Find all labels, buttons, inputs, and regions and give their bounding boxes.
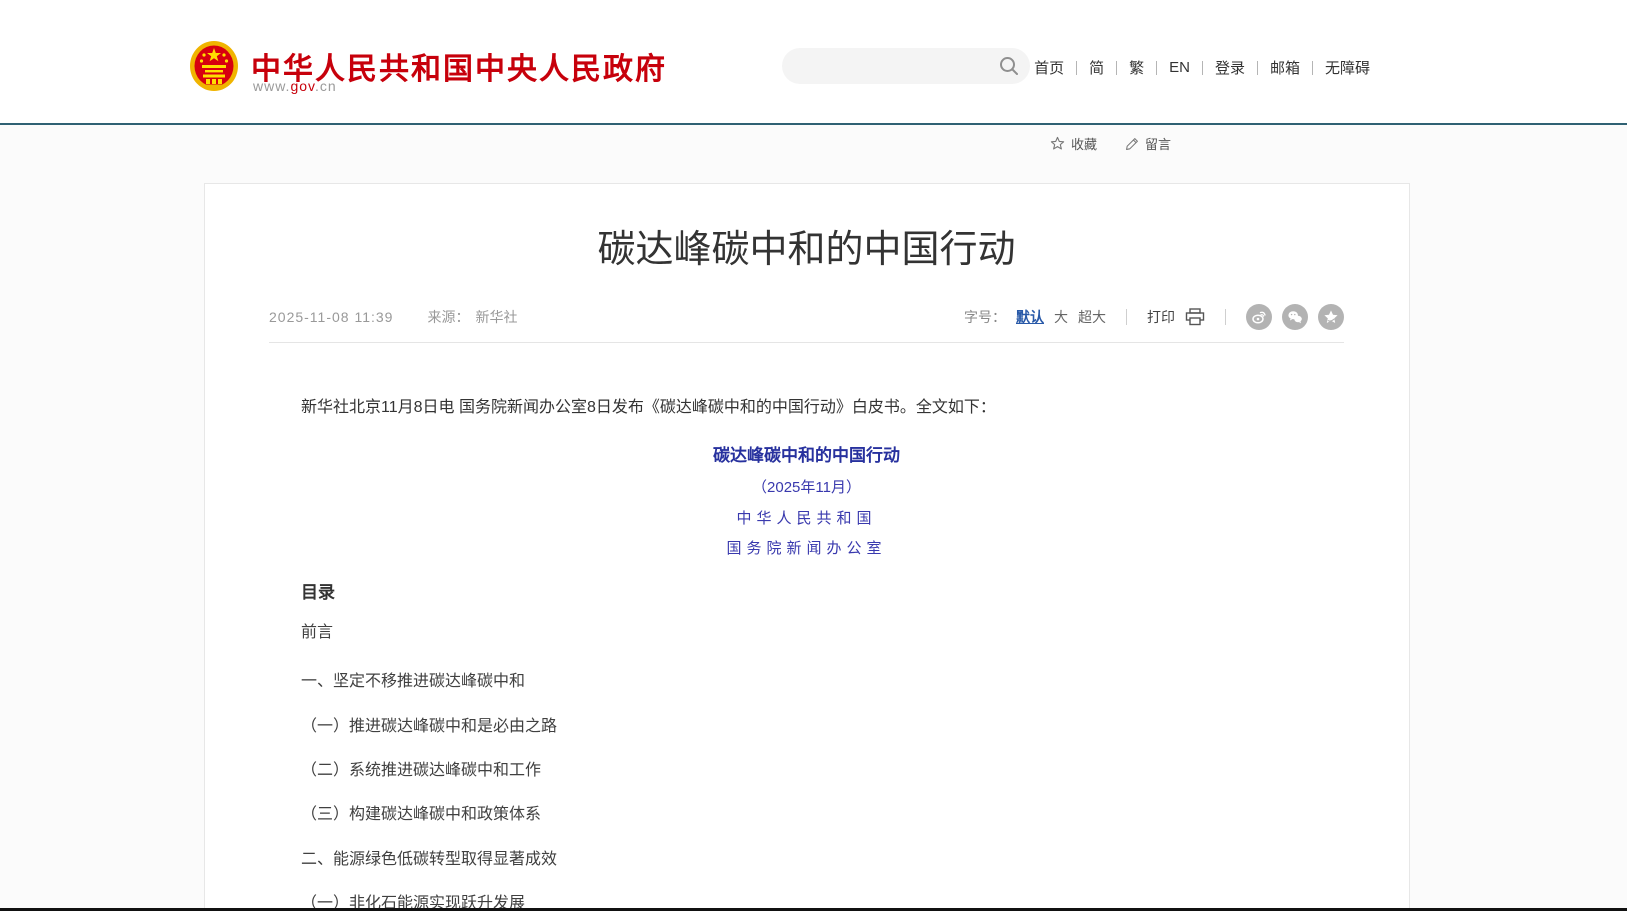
toc-item-section-2: 二、能源绿色低碳转型取得显著成效 <box>301 848 1301 872</box>
site-url-prefix: www. <box>253 78 290 94</box>
search-box <box>782 48 1030 84</box>
nav-separator <box>1312 61 1313 75</box>
nav-separator <box>1257 61 1258 75</box>
font-size-default[interactable]: 默认 <box>1016 307 1044 327</box>
site-url-core: gov <box>290 78 315 94</box>
below-window-area <box>0 911 1627 915</box>
source-label: 来源： <box>427 307 469 327</box>
site-url: www.gov.cn <box>253 78 337 94</box>
print-button[interactable]: 打印 <box>1147 307 1175 327</box>
nav-item-mail[interactable]: 邮箱 <box>1270 57 1300 78</box>
search-icon[interactable] <box>998 55 1020 77</box>
national-emblem-icon <box>189 40 239 94</box>
font-size-xlarge[interactable]: 超大 <box>1078 307 1106 327</box>
star-icon <box>1050 136 1065 151</box>
weibo-icon[interactable] <box>1246 304 1272 330</box>
article-date: 2025-11-08 11:39 <box>269 309 393 325</box>
toc-heading: 目录 <box>301 581 335 605</box>
favorite-label: 收藏 <box>1071 134 1097 153</box>
site-header: 中华人民共和国中央人民政府 www.gov.cn 首页 简 繁 EN 登录 邮箱 <box>0 0 1627 123</box>
national-emblem-logo[interactable] <box>189 40 239 94</box>
article-card: 碳达峰碳中和的中国行动 2025-11-08 11:39 来源： 新华社 字号：… <box>204 183 1410 909</box>
article-title: 碳达峰碳中和的中国行动 <box>269 226 1344 274</box>
article-meta-left: 2025-11-08 11:39 来源： 新华社 <box>269 307 517 327</box>
document-date-line: （2025年11月） <box>269 476 1344 500</box>
source-value[interactable]: 新华社 <box>475 307 517 327</box>
nav-item-home[interactable]: 首页 <box>1034 57 1064 78</box>
wechat-icon[interactable] <box>1282 304 1308 330</box>
article-meta-right: 字号： 默认 大 超大 打印 <box>964 300 1344 334</box>
nav-item-simplified[interactable]: 简 <box>1089 57 1104 78</box>
nav-item-login[interactable]: 登录 <box>1215 57 1245 78</box>
nav-separator <box>1076 61 1077 75</box>
nav-item-traditional[interactable]: 繁 <box>1129 57 1144 78</box>
comment-label: 留言 <box>1145 134 1171 153</box>
toc-item-section-1-1: （一）推进碳达峰碳中和是必由之路 <box>301 715 1301 739</box>
nav-item-english[interactable]: EN <box>1169 59 1190 76</box>
toc-item-section-1-2: （二）系统推进碳达峰碳中和工作 <box>301 759 1301 783</box>
font-size-label: 字号： <box>964 307 1006 327</box>
toc-item-section-1-3: （三）构建碳达峰碳中和政策体系 <box>301 803 1301 827</box>
search-input[interactable] <box>798 48 988 84</box>
document-org-line-2: 国务院新闻办公室 <box>269 536 1344 560</box>
article-meta-row: 2025-11-08 11:39 来源： 新华社 字号： 默认 大 超大 打印 <box>269 300 1344 334</box>
page-actions: 收藏 留言 <box>1050 134 1171 153</box>
printer-icon[interactable] <box>1185 308 1205 326</box>
nav-item-accessibility[interactable]: 无障碍 <box>1325 57 1370 78</box>
meta-divider-rule <box>269 342 1344 343</box>
pencil-icon <box>1125 137 1139 151</box>
font-size-large[interactable]: 大 <box>1054 307 1068 327</box>
meta-separator <box>1225 309 1226 325</box>
page: 中华人民共和国中央人民政府 www.gov.cn 首页 简 繁 EN 登录 邮箱 <box>0 0 1627 915</box>
nav-separator <box>1116 61 1117 75</box>
comment-button[interactable]: 留言 <box>1125 134 1171 153</box>
document-org-line-1: 中华人民共和国 <box>269 506 1344 530</box>
qzone-icon[interactable] <box>1318 304 1344 330</box>
top-nav: 首页 简 繁 EN 登录 邮箱 无障碍 <box>1034 57 1370 78</box>
meta-separator <box>1126 309 1127 325</box>
toc-item-section-1: 一、坚定不移推进碳达峰碳中和 <box>301 670 1301 694</box>
favorite-button[interactable]: 收藏 <box>1050 134 1097 153</box>
nav-separator <box>1156 61 1157 75</box>
nav-separator <box>1202 61 1203 75</box>
lead-paragraph: 新华社北京11月8日电 国务院新闻办公室8日发布《碳达峰碳中和的中国行动》白皮书… <box>269 395 1344 421</box>
toc-item-foreword: 前言 <box>301 621 1301 645</box>
site-url-suffix: .cn <box>315 78 337 94</box>
document-title: 碳达峰碳中和的中国行动 <box>269 444 1344 468</box>
